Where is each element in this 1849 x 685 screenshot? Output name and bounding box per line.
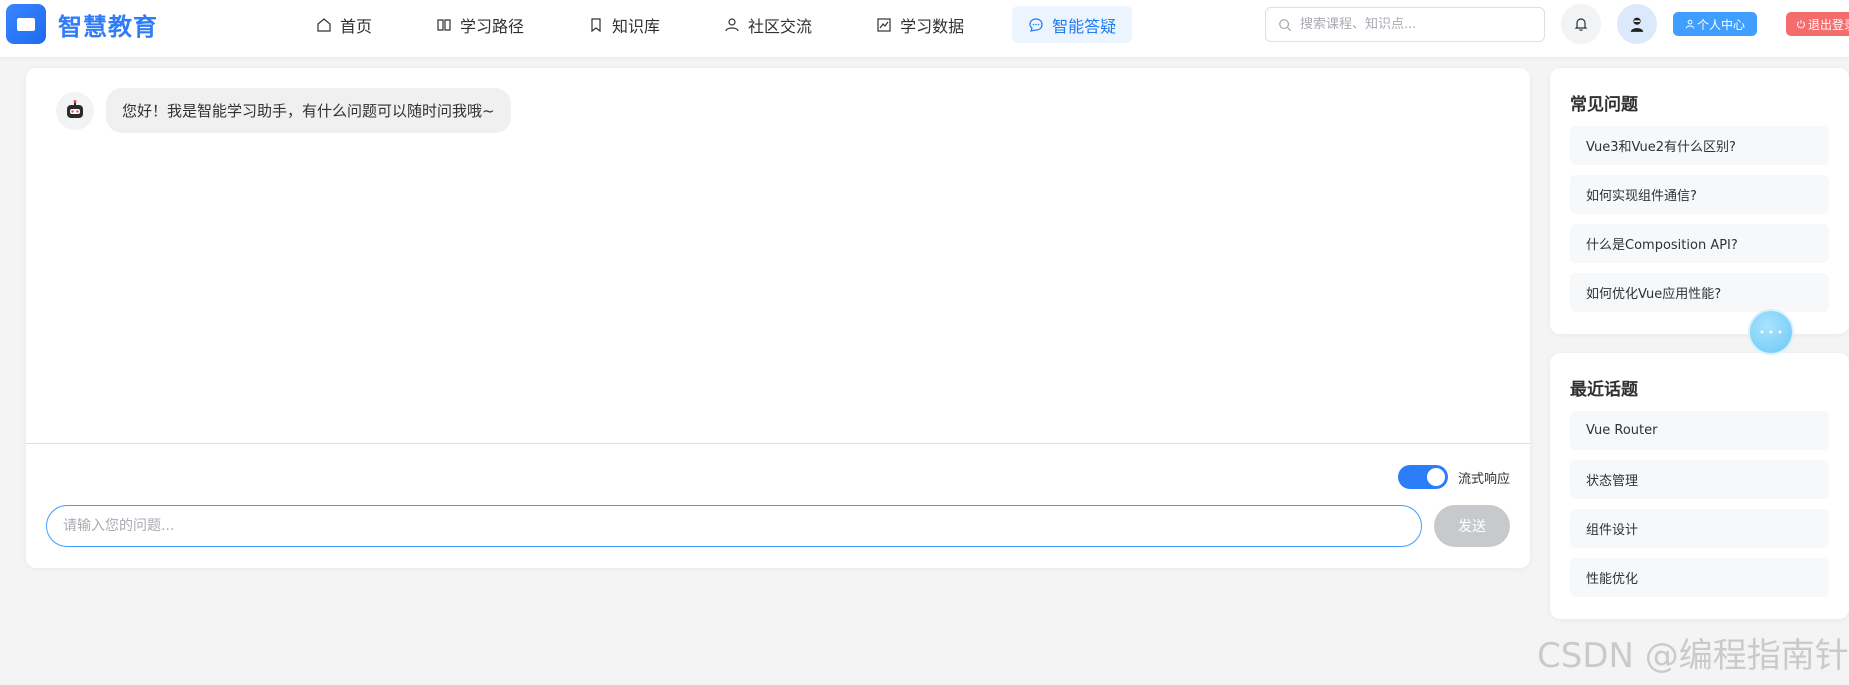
chat-panel: 您好！我是智能学习助手，有什么问题可以随时问我哦~ 流式响应 发送 [26, 68, 1530, 568]
search-box[interactable] [1265, 7, 1545, 42]
bookmark-icon [591, 17, 601, 32]
message-bubble: 您好！我是智能学习助手，有什么问题可以随时问我哦~ [106, 88, 511, 133]
profile-button[interactable]: 个人中心 [1673, 12, 1757, 36]
faq-item[interactable]: 什么是Composition API? [1570, 224, 1829, 263]
faq-item[interactable]: 如何实现组件通信? [1570, 175, 1829, 214]
book-icon [6, 4, 46, 44]
logout-label: 退出登录 [1808, 17, 1849, 32]
nav-item-knowledge-base[interactable]: 知识库 [572, 6, 676, 43]
nav-item-label: 智能答疑 [1052, 16, 1117, 36]
user-avatar-icon [1630, 17, 1644, 32]
notifications-button[interactable] [1561, 4, 1601, 44]
user-icon [725, 17, 739, 31]
robot-icon [56, 91, 94, 130]
assistant-message: 您好！我是智能学习助手，有什么问题可以随时问我哦~ [56, 88, 511, 133]
nav-item-learning-data[interactable]: 学习数据 [860, 6, 980, 43]
chart-icon [877, 17, 891, 32]
message-list[interactable]: 您好！我是智能学习助手，有什么问题可以随时问我哦~ [26, 68, 1530, 444]
watermark: CSDN @编程指南针 [1537, 636, 1849, 676]
user-icon [1685, 19, 1695, 29]
home-icon [317, 17, 331, 32]
faq-item[interactable]: 如何优化Vue应用性能? [1570, 273, 1829, 312]
avatar[interactable] [1617, 4, 1657, 44]
nav-item-label: 首页 [340, 16, 373, 36]
nav-item-smart-qa[interactable]: 智能答疑 [1012, 6, 1133, 43]
nav-item-label: 知识库 [612, 16, 661, 36]
search-icon [1279, 18, 1292, 31]
stream-toggle-row: 流式响应 [1397, 465, 1510, 489]
chat-icon [1029, 17, 1043, 32]
top-navbar: 智慧教育 首页 学习路径 知识库 社区交流 学习数据 智能答疑 搜索课程、知识点… [0, 0, 1849, 58]
faq-item[interactable]: Vue3和Vue2有什么区别? [1570, 126, 1829, 165]
main-nav: 首页 学习路径 知识库 社区交流 学习数据 智能答疑 [300, 6, 1164, 43]
nav-item-learning-path[interactable]: 学习路径 [420, 6, 540, 43]
profile-label: 个人中心 [1696, 17, 1745, 32]
dots-icon [1760, 330, 1782, 334]
logout-button[interactable]: 退出登录 [1786, 12, 1849, 36]
topic-item[interactable]: 组件设计 [1570, 509, 1829, 548]
topic-item[interactable]: Vue Router [1570, 411, 1829, 450]
brand-name: 智慧教育 [58, 12, 158, 41]
topic-item[interactable]: 状态管理 [1570, 460, 1829, 499]
bell-icon [1574, 18, 1588, 31]
nav-item-community[interactable]: 社区交流 [708, 6, 828, 43]
send-button[interactable]: 发送 [1434, 505, 1510, 547]
power-icon [1797, 19, 1805, 29]
topic-item[interactable]: 性能优化 [1570, 558, 1829, 597]
composer: 流式响应 发送 [26, 445, 1530, 568]
brand[interactable]: 智慧教育 [6, 4, 158, 44]
book-open-icon [437, 18, 451, 31]
nav-item-label: 社区交流 [748, 16, 813, 36]
stream-toggle-label: 流式响应 [1457, 471, 1510, 487]
floating-assistant-button[interactable] [1748, 309, 1794, 355]
search-input[interactable] [1300, 17, 1530, 32]
faq-card: 常见问题 Vue3和Vue2有什么区别? 如何实现组件通信? 什么是Compos… [1550, 68, 1849, 334]
nav-item-home[interactable]: 首页 [300, 6, 388, 43]
question-input[interactable] [46, 505, 1422, 547]
topics-title: 最近话题 [1570, 380, 1638, 400]
stream-toggle[interactable] [1397, 465, 1448, 489]
recent-topics-card: 最近话题 Vue Router 状态管理 组件设计 性能优化 [1550, 353, 1849, 619]
faq-title: 常见问题 [1570, 95, 1638, 115]
toggle-knob [1426, 468, 1445, 486]
nav-item-label: 学习路径 [460, 16, 525, 36]
nav-item-label: 学习数据 [900, 16, 965, 36]
